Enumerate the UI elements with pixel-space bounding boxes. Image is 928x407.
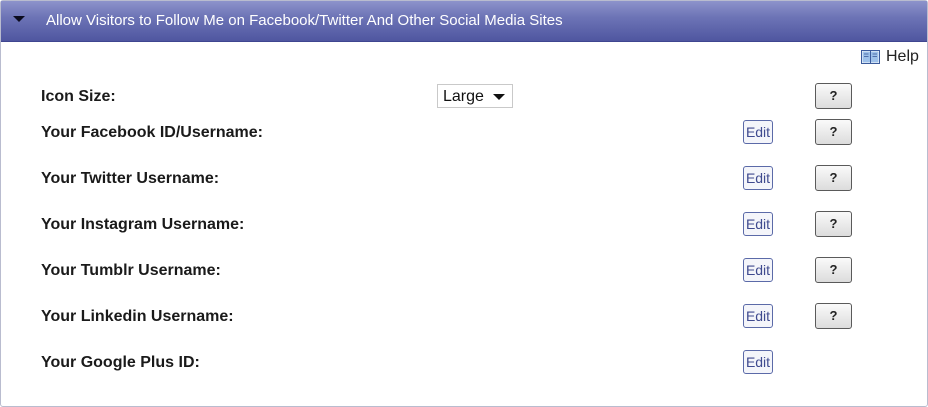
facebook-help-button[interactable]: ? <box>815 119 852 145</box>
icon-size-label: Icon Size: <box>41 88 116 105</box>
facebook-edit-button[interactable]: Edit <box>743 120 773 144</box>
icon-size-select[interactable]: Large <box>437 84 513 108</box>
tumblr-label: Your Tumblr Username: <box>41 262 221 279</box>
google-plus-edit-button[interactable]: Edit <box>743 350 773 374</box>
social-follow-panel: Allow Visitors to Follow Me on Facebook/… <box>0 0 928 407</box>
facebook-label: Your Facebook ID/Username: <box>41 124 263 141</box>
chevron-down-icon <box>493 94 505 100</box>
linkedin-label: Your Linkedin Username: <box>41 308 234 325</box>
book-icon <box>861 50 880 64</box>
tumblr-edit-button[interactable]: Edit <box>743 258 773 282</box>
icon-size-help-button[interactable]: ? <box>815 83 852 109</box>
google-plus-label: Your Google Plus ID: <box>41 354 200 371</box>
help-label[interactable]: Help <box>886 48 919 66</box>
icon-size-selected-value: Large <box>443 88 484 105</box>
panel-header[interactable]: Allow Visitors to Follow Me on Facebook/… <box>1 1 927 42</box>
collapse-caret-icon[interactable] <box>13 16 25 22</box>
linkedin-edit-button[interactable]: Edit <box>743 304 773 328</box>
help-link[interactable]: Help <box>861 47 919 67</box>
twitter-label: Your Twitter Username: <box>41 170 220 187</box>
twitter-help-button[interactable]: ? <box>815 165 852 191</box>
instagram-label: Your Instagram Username: <box>41 216 245 233</box>
instagram-edit-button[interactable]: Edit <box>743 212 773 236</box>
linkedin-help-button[interactable]: ? <box>815 303 852 329</box>
instagram-help-button[interactable]: ? <box>815 211 852 237</box>
panel-title: Allow Visitors to Follow Me on Facebook/… <box>46 12 563 29</box>
tumblr-help-button[interactable]: ? <box>815 257 852 283</box>
twitter-edit-button[interactable]: Edit <box>743 166 773 190</box>
